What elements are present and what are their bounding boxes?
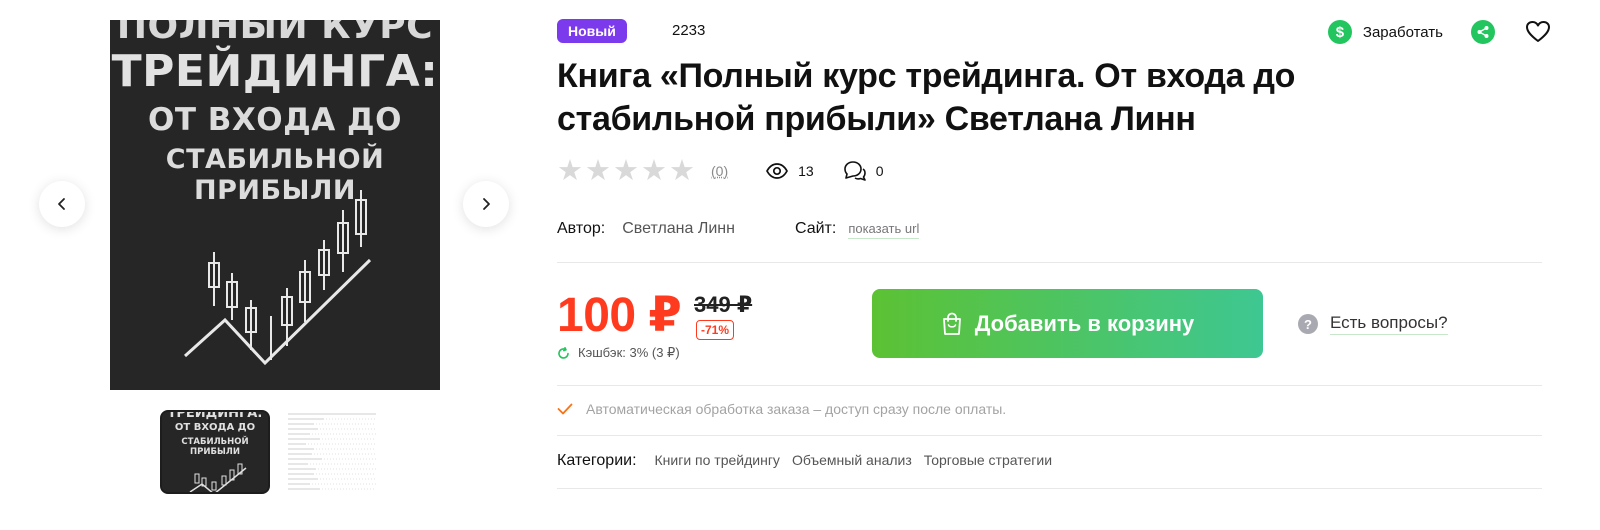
table-of-contents-preview xyxy=(288,413,376,490)
check-icon xyxy=(557,403,573,415)
heart-icon[interactable] xyxy=(1524,18,1552,46)
share-icon[interactable] xyxy=(1471,20,1495,44)
divider xyxy=(557,488,1542,489)
comments-counter[interactable]: 0 xyxy=(843,161,884,181)
views-counter: 13 xyxy=(766,163,814,179)
site-label: Сайт: xyxy=(794,220,837,237)
top-actions: $ Заработать xyxy=(1327,18,1552,46)
divider xyxy=(557,435,1542,436)
gallery-next-button[interactable] xyxy=(463,181,509,227)
comments-count: 0 xyxy=(875,163,884,179)
refresh-icon xyxy=(558,346,569,359)
eye-icon xyxy=(766,163,789,179)
star-icon[interactable]: ★ xyxy=(613,157,639,186)
add-to-cart-button[interactable]: Добавить в корзину xyxy=(872,289,1263,358)
old-price: 349 ₽ xyxy=(694,292,753,317)
star-icon[interactable]: ★ xyxy=(557,157,583,186)
divider xyxy=(557,262,1542,263)
star-icon[interactable]: ★ xyxy=(641,157,667,186)
product-title: Книга «Полный курс трейдинга. От входа д… xyxy=(557,57,1296,138)
auto-processing-text: Автоматическая обработка заказа – доступ… xyxy=(586,401,1007,417)
gallery-thumbnail-cover[interactable]: ТРЕЙДИНГА: ОТ ВХОДА ДО СТАБИЛЬНОЙ ПРИБЫЛ… xyxy=(160,410,270,494)
current-price: 100 ₽ xyxy=(557,289,682,342)
star-icon[interactable]: ★ xyxy=(585,157,611,186)
earn-label: Заработать xyxy=(1362,23,1443,41)
questions-link[interactable]: ? Есть вопросы? xyxy=(1298,313,1448,335)
star-icon[interactable]: ★ xyxy=(669,157,695,186)
question-icon: ? xyxy=(1298,314,1318,334)
product-gallery: ПОЛНЫЙ КУРС ТРЕЙДИНГА: ОТ ВХОДА ДО СТАБИ… xyxy=(0,0,540,530)
category-link[interactable]: Торговые стратегии xyxy=(924,452,1052,468)
gallery-thumbnail-contents[interactable] xyxy=(284,410,394,494)
author-label: Автор: xyxy=(557,220,606,237)
main-product-image[interactable]: ПОЛНЫЙ КУРС ТРЕЙДИНГА: ОТ ВХОДА ДО СТАБИ… xyxy=(110,20,440,390)
category-link[interactable]: Книги по трейдингу xyxy=(655,452,780,468)
questions-label: Есть вопросы? xyxy=(1330,313,1448,335)
chevron-right-icon xyxy=(483,198,490,210)
cashback-info: Кэшбэк: 3% (3 ₽) xyxy=(557,345,680,361)
cover-candlestick-illustration xyxy=(183,190,372,366)
comment-icon xyxy=(843,161,866,181)
chevron-left-icon xyxy=(58,198,65,210)
author-link[interactable]: Светлана Линн xyxy=(622,220,735,238)
product-sku: 2233 xyxy=(672,22,706,39)
cashback-label: Кэшбэк: 3% (3 ₽) xyxy=(578,345,680,360)
show-url-link[interactable]: показать url xyxy=(848,221,920,239)
product-meta-row: ★ ★ ★ ★ ★ (0) 13 0 xyxy=(557,157,884,186)
new-badge: Новый xyxy=(557,19,627,43)
categories-label: Категории: xyxy=(557,452,637,469)
divider xyxy=(557,385,1542,386)
thumb-chart-illustration xyxy=(189,463,247,492)
categories-row: Категории: Книги по трейдингу Объемный а… xyxy=(557,452,1064,470)
views-count: 13 xyxy=(798,163,814,179)
discount-badge: -71% xyxy=(696,320,735,340)
author-site-row: Автор: Светлана Линн Сайт: показать url xyxy=(557,220,920,244)
rating-stars[interactable]: ★ ★ ★ ★ ★ xyxy=(557,157,697,186)
gallery-prev-button[interactable] xyxy=(39,181,85,227)
shopping-bag-icon xyxy=(942,312,961,335)
category-link[interactable]: Объемный анализ xyxy=(792,452,912,468)
share-glyph xyxy=(1477,26,1489,38)
auto-processing-note: Автоматическая обработка заказа – доступ… xyxy=(557,401,1006,417)
earn-button[interactable]: $ Заработать xyxy=(1327,20,1443,44)
dollar-icon: $ xyxy=(1327,20,1352,44)
reviews-count-link[interactable]: (0) xyxy=(711,163,728,179)
add-to-cart-label: Добавить в корзину xyxy=(974,310,1195,336)
